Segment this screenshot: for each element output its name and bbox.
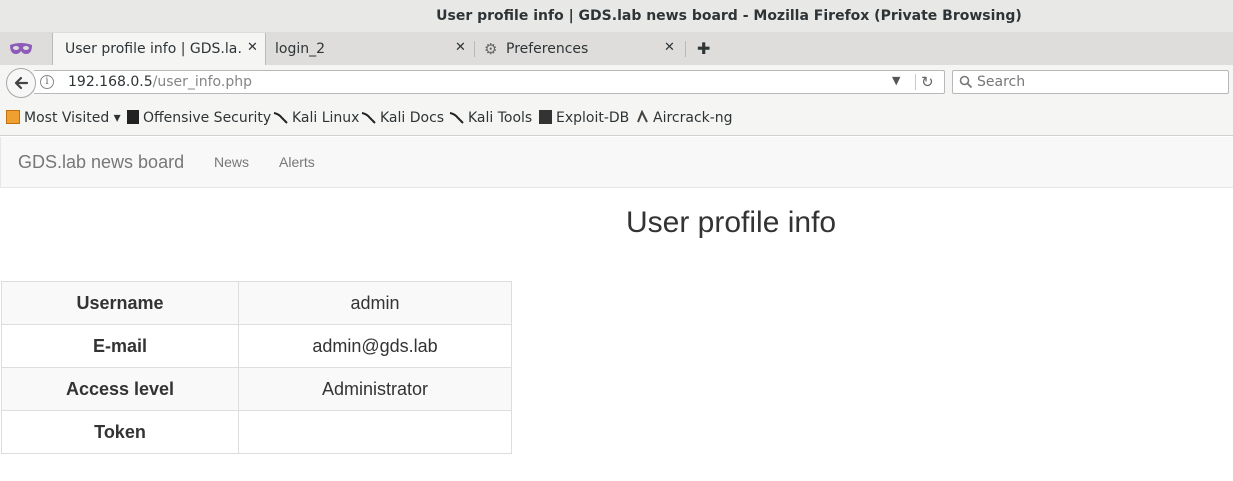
close-icon[interactable]: ✕ <box>664 40 675 55</box>
tab-login-2[interactable]: login_2 ✕ <box>266 33 475 65</box>
most-visited-icon <box>6 110 20 124</box>
bookmarks-toolbar: Most Visited ▾ Offensive Security Kali L… <box>0 100 1233 136</box>
url-history-dropdown-icon[interactable]: ▼ <box>892 74 900 87</box>
back-arrow-icon <box>14 76 29 90</box>
row-value: admin@gds.lab <box>238 324 512 368</box>
page-title: User profile info <box>626 206 837 239</box>
private-browsing-mask-icon <box>8 38 34 60</box>
tab-preferences[interactable]: ⚙ Preferences ✕ <box>475 33 686 65</box>
tab-label: Preferences <box>506 41 589 57</box>
bookmark-kali-tools[interactable]: Kali Tools <box>449 110 532 126</box>
table-row: Token <box>1 410 512 454</box>
site-brand-link[interactable]: GDS.lab news board <box>18 152 184 173</box>
tab-label: User profile info | GDS.la… <box>65 41 243 57</box>
search-icon <box>959 75 973 89</box>
table-row: Username admin <box>1 281 512 325</box>
search-input[interactable] <box>977 73 1217 91</box>
row-value <box>238 410 512 454</box>
site-info-icon[interactable]: i <box>40 75 54 89</box>
table-row: Access level Administrator <box>1 367 512 411</box>
navigation-toolbar: i 192.168.0.5/user_info.php ▼ ↻ <box>0 65 1233 100</box>
row-value: Administrator <box>238 367 512 411</box>
exploitdb-icon <box>539 110 552 124</box>
site-navbar: GDS.lab news board News Alerts <box>0 137 1233 188</box>
window-title: User profile info | GDS.lab news board -… <box>436 8 1022 24</box>
url-bar[interactable]: i 192.168.0.5/user_info.php ▼ ↻ <box>34 70 945 94</box>
gear-icon: ⚙ <box>484 40 498 58</box>
kali-icon <box>361 110 376 124</box>
nav-link-alerts[interactable]: Alerts <box>279 154 315 170</box>
url-text[interactable]: 192.168.0.5/user_info.php <box>68 74 252 90</box>
tab-strip: User profile info | GDS.la… ✕ login_2 ✕ … <box>0 33 1233 65</box>
back-button[interactable] <box>6 68 36 98</box>
bookmark-most-visited[interactable]: Most Visited ▾ <box>6 110 121 126</box>
close-icon[interactable]: ✕ <box>247 40 258 55</box>
row-key: E-mail <box>1 324 239 368</box>
row-value: admin <box>238 281 512 325</box>
row-key: Username <box>1 281 239 325</box>
row-key: Access level <box>1 367 239 411</box>
search-box[interactable] <box>952 70 1229 94</box>
close-icon[interactable]: ✕ <box>455 40 466 55</box>
nav-link-news[interactable]: News <box>214 154 249 170</box>
table-row: E-mail admin@gds.lab <box>1 324 512 368</box>
reload-icon[interactable]: ↻ <box>921 73 934 91</box>
offsec-icon <box>127 110 139 124</box>
tab-label: login_2 <box>275 41 326 57</box>
tab-user-profile-info[interactable]: User profile info | GDS.la… ✕ <box>52 33 266 65</box>
bookmark-exploit-db[interactable]: Exploit-DB <box>539 110 629 126</box>
bookmark-kali-linux[interactable]: Kali Linux <box>273 110 359 126</box>
kali-icon <box>273 110 288 124</box>
bookmark-aircrack-ng[interactable]: Aircrack-ng <box>636 109 733 126</box>
new-tab-plus-icon[interactable]: ✚ <box>697 39 710 58</box>
kali-icon <box>449 110 464 124</box>
aircrack-icon <box>636 109 649 124</box>
user-info-table: Username admin E-mail admin@gds.lab Acce… <box>1 281 512 454</box>
window-titlebar: User profile info | GDS.lab news board -… <box>0 0 1233 33</box>
row-key: Token <box>1 410 239 454</box>
bookmark-kali-docs[interactable]: Kali Docs <box>361 110 444 126</box>
bookmark-offensive-security[interactable]: Offensive Security <box>127 110 271 126</box>
